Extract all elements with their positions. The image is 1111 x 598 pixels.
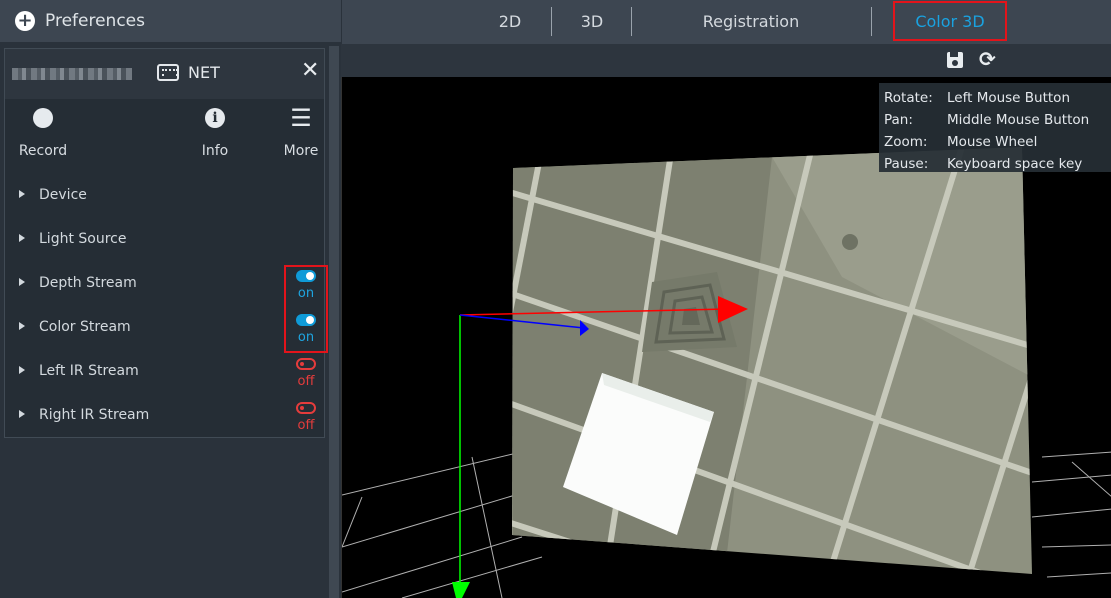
color-3d-viewport[interactable]: Rotate: Left Mouse Button Pan: Middle Mous… [341, 77, 1111, 598]
section-label: Right IR Stream [39, 407, 150, 423]
expand-arrow-icon [19, 409, 25, 418]
expand-arrow-icon [19, 189, 25, 198]
help-key: Zoom: [884, 134, 928, 150]
view-tabs: 2D 3D Registration Color 3D [341, 0, 1111, 44]
refresh-icon[interactable]: ⟳ [979, 47, 996, 71]
close-icon[interactable]: ✕ [301, 58, 319, 83]
section-device[interactable]: Device [19, 187, 87, 209]
view-toolbar: ⟳ [341, 44, 1111, 77]
controls-help-overlay: Rotate: Left Mouse Button Pan: Middle Mous… [879, 83, 1111, 172]
connection-label: NET [188, 63, 220, 82]
expand-arrow-icon [19, 365, 25, 374]
preferences-label: Preferences [45, 11, 145, 31]
ethernet-icon [157, 64, 179, 81]
device-name-blurred [12, 68, 132, 80]
section-label: Device [39, 187, 87, 203]
info-label: Info [201, 143, 229, 159]
section-right-ir-stream[interactable]: Right IR Stream [19, 407, 149, 429]
help-value: Mouse Wheel [947, 134, 1038, 150]
section-color-stream[interactable]: Color Stream [19, 319, 131, 341]
help-value: Keyboard space key [947, 156, 1083, 172]
info-button[interactable]: i Info [180, 103, 250, 159]
record-button[interactable]: Record [8, 103, 78, 159]
record-icon [33, 108, 53, 128]
toggle-state: off [297, 418, 315, 433]
left-panel: + Preferences NET ✕ Record i Info ☰ More… [0, 0, 341, 598]
section-label: Light Source [39, 231, 127, 247]
tab-registration[interactable]: Registration [632, 0, 870, 44]
plus-circle-icon[interactable]: + [15, 11, 35, 31]
tab-3d[interactable]: 3D [552, 0, 632, 44]
menu-icon: ☰ [290, 104, 312, 132]
more-label: More [283, 143, 319, 159]
toggle-switch-icon [296, 402, 316, 414]
device-card-header: NET ✕ [5, 49, 324, 99]
section-light-source[interactable]: Light Source [19, 231, 126, 253]
expand-arrow-icon [19, 277, 25, 286]
more-button[interactable]: ☰ More [266, 103, 336, 159]
toggle-switch-icon [296, 358, 316, 370]
panel-scrollbar[interactable] [329, 46, 339, 598]
tab-color-3d[interactable]: Color 3D [893, 1, 1007, 41]
help-key: Pan: [884, 112, 913, 128]
left-ir-stream-toggle[interactable]: off [289, 358, 323, 389]
device-card: NET ✕ Record i Info ☰ More Device Light … [4, 48, 325, 438]
record-label: Record [18, 143, 68, 159]
section-label: Depth Stream [39, 275, 137, 291]
help-key: Rotate: [884, 90, 933, 106]
section-label: Color Stream [39, 319, 131, 335]
section-label: Left IR Stream [39, 363, 139, 379]
section-depth-stream[interactable]: Depth Stream [19, 275, 137, 297]
info-icon: i [205, 108, 225, 128]
save-icon[interactable] [947, 52, 963, 68]
help-value: Middle Mouse Button [947, 112, 1090, 128]
right-ir-stream-toggle[interactable]: off [289, 402, 323, 433]
expand-arrow-icon [19, 233, 25, 242]
preferences-header[interactable]: + Preferences [0, 0, 341, 42]
tab-2d[interactable]: 2D [470, 0, 550, 44]
expand-arrow-icon [19, 321, 25, 330]
toggle-state: off [297, 374, 315, 389]
help-key: Pause: [884, 156, 929, 172]
section-left-ir-stream[interactable]: Left IR Stream [19, 363, 139, 385]
help-value: Left Mouse Button [947, 90, 1071, 106]
tab-separator [871, 7, 872, 36]
toggle-highlight-box [284, 265, 328, 353]
